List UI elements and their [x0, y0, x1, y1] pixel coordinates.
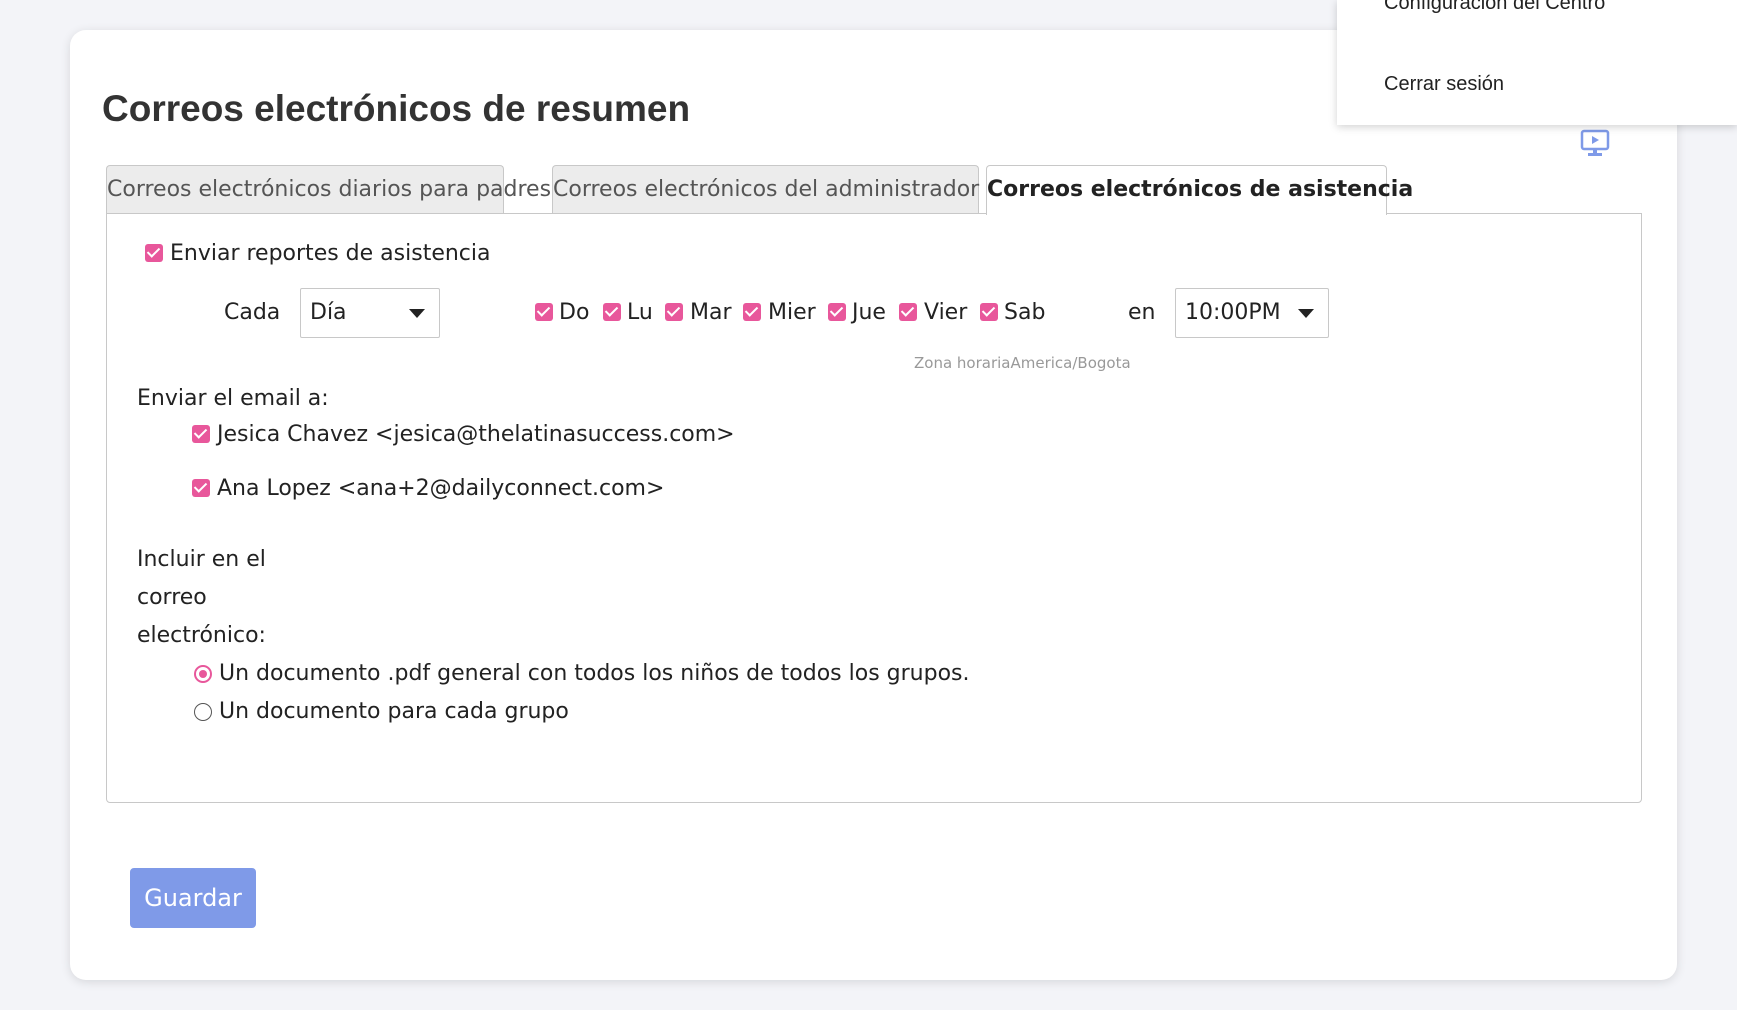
day-checkbox-vier[interactable] [899, 303, 917, 321]
time-label: en [1128, 300, 1156, 325]
time-select[interactable]: 10:00PM [1175, 288, 1329, 338]
frequency-select[interactable]: Día [300, 288, 440, 338]
page-title: Correos electrónicos de resumen [102, 88, 691, 129]
day-label-do: Do [559, 300, 590, 325]
menu-item-center-settings[interactable]: Configuración del Centro [1384, 0, 1605, 15]
day-checkbox-mier[interactable] [743, 303, 761, 321]
tab-admin-emails[interactable]: Correos electrónicos del administrador [552, 165, 979, 213]
tab-parent-daily-emails[interactable]: Correos electrónicos diarios para padres [106, 165, 551, 213]
tab-attendance-emails[interactable]: Correos electrónicos de asistencia [986, 165, 1413, 215]
day-label-mar: Mar [690, 300, 732, 325]
send-reports-label: Enviar reportes de asistencia [170, 241, 491, 266]
time-value: 10:00PM [1185, 300, 1281, 325]
user-dropdown-menu: Configuración del Centro Cerrar sesión [1337, 0, 1737, 125]
day-label-mier: Mier [768, 300, 816, 325]
include-option-pdf-general-radio[interactable] [194, 665, 212, 683]
frequency-value: Día [310, 300, 347, 325]
recipients-label: Enviar el email a: [137, 386, 329, 411]
send-reports-checkbox[interactable] [145, 244, 163, 262]
include-label-line2: correo [137, 585, 207, 610]
summary-emails-card: Correos electrónicos de resumen Correos … [70, 30, 1677, 980]
include-option-per-group-label: Un documento para cada grupo [219, 699, 569, 724]
include-label-line1: Incluir en el [137, 547, 266, 572]
day-checkbox-sab[interactable] [980, 303, 998, 321]
menu-item-logout[interactable]: Cerrar sesión [1384, 73, 1504, 96]
save-button[interactable]: Guardar [130, 868, 256, 928]
recipient-label-ana: Ana Lopez <ana+2@dailyconnect.com> [217, 476, 665, 501]
day-checkbox-lu[interactable] [603, 303, 621, 321]
include-option-per-group-radio[interactable] [194, 703, 212, 721]
recipient-label-jesica: Jesica Chavez <jesica@thelatinasuccess.c… [217, 422, 735, 447]
recipient-checkbox-jesica[interactable] [192, 425, 210, 443]
day-checkbox-do[interactable] [535, 303, 553, 321]
recipient-checkbox-ana[interactable] [192, 479, 210, 497]
include-option-pdf-general-label: Un documento .pdf general con todos los … [219, 661, 970, 686]
day-label-lu: Lu [627, 300, 653, 325]
day-label-jue: Jue [852, 300, 886, 325]
chevron-down-icon [409, 309, 425, 318]
day-checkbox-jue[interactable] [828, 303, 846, 321]
frequency-label: Cada [224, 300, 281, 325]
include-label-line3: electrónico: [137, 623, 266, 648]
monitor-play-icon[interactable] [1580, 128, 1610, 158]
day-label-sab: Sab [1004, 300, 1046, 325]
timezone-note: Zona horariaAmerica/Bogota [914, 354, 1131, 372]
day-label-vier: Vier [924, 300, 968, 325]
attendance-settings-panel: Enviar reportes de asistencia Cada Día D… [106, 213, 1642, 803]
chevron-down-icon [1298, 309, 1314, 318]
day-checkbox-mar[interactable] [665, 303, 683, 321]
